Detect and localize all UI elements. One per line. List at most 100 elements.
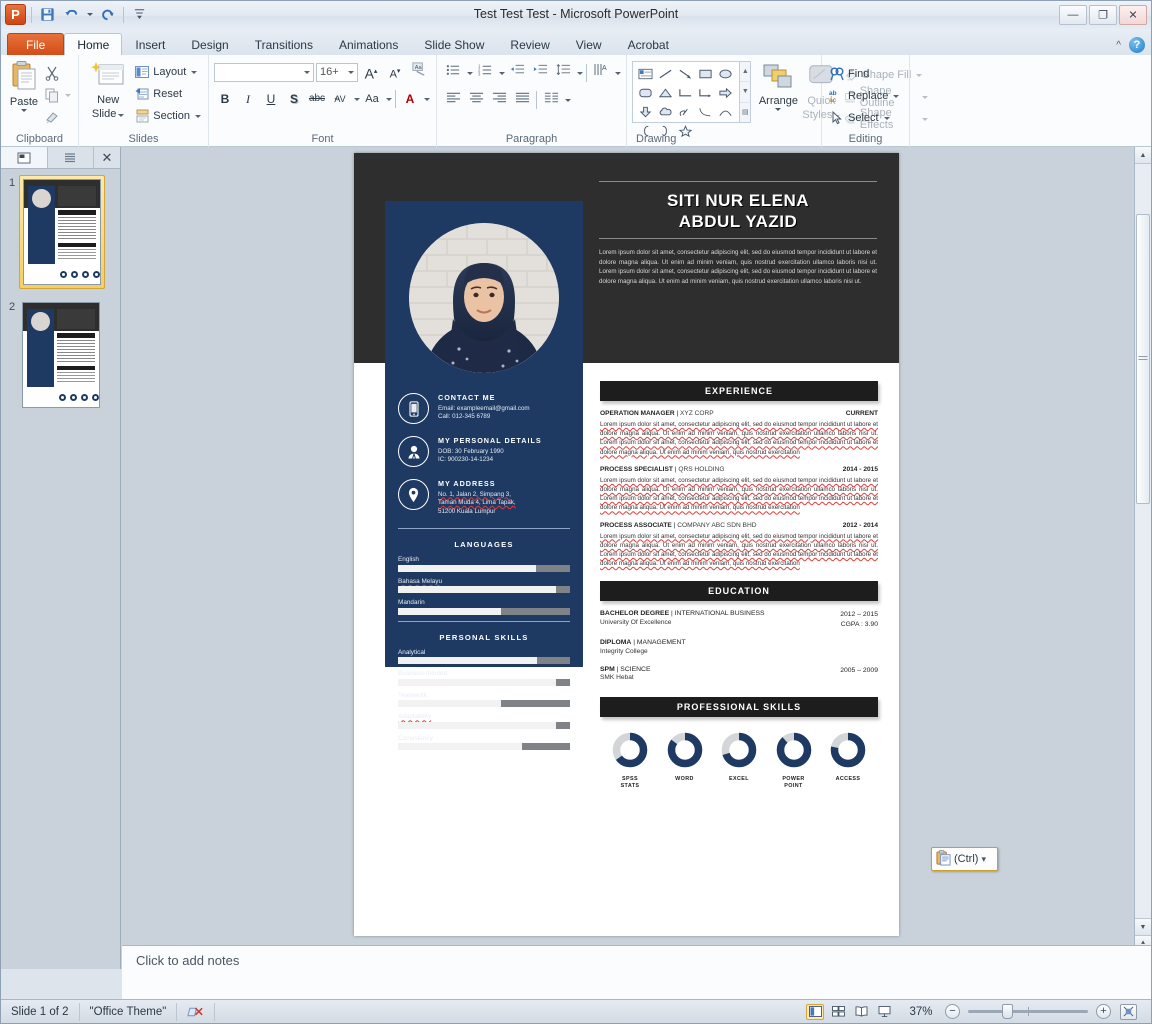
find-button[interactable]: Find: [827, 63, 901, 85]
chevron-down-icon[interactable]: ▾: [981, 854, 986, 865]
scroll-down-button[interactable]: ▼: [1135, 918, 1151, 935]
shape-elbow-arrow-icon[interactable]: [695, 83, 715, 102]
tab-acrobat[interactable]: Acrobat: [615, 33, 682, 55]
scroll-up-button[interactable]: ▲: [1135, 147, 1151, 164]
font-size-combo[interactable]: 16+: [316, 62, 358, 82]
bold-button[interactable]: B: [214, 88, 236, 110]
close-slides-pane-button[interactable]: ✕: [94, 147, 120, 168]
list-item[interactable]: 2: [5, 299, 116, 411]
tab-animations[interactable]: Animations: [326, 33, 411, 55]
slide-thumbnail-1[interactable]: [19, 175, 105, 289]
zoom-level[interactable]: 37%: [907, 1006, 935, 1018]
font-color-button[interactable]: A: [399, 88, 421, 110]
zoom-in-button[interactable]: +: [1096, 1004, 1111, 1019]
shape-arc-icon[interactable]: [715, 102, 735, 121]
zoom-out-button[interactable]: −: [945, 1004, 960, 1019]
tab-slides-thumbnails[interactable]: [1, 147, 48, 168]
shape-rectangle-icon[interactable]: [695, 64, 715, 83]
decrease-indent-button[interactable]: [506, 62, 528, 84]
minimize-button[interactable]: —: [1059, 5, 1087, 25]
scrollbar-track[interactable]: [1135, 164, 1151, 918]
shape-arrow-icon[interactable]: [675, 64, 695, 83]
tab-design[interactable]: Design: [178, 33, 241, 55]
arrange-button[interactable]: Arrange: [756, 61, 800, 130]
paste-button[interactable]: Paste: [6, 58, 42, 113]
underline-button[interactable]: U: [260, 88, 282, 110]
select-button[interactable]: Select: [827, 107, 901, 129]
bullets-button[interactable]: [442, 62, 464, 84]
text-shadow-button[interactable]: S: [283, 88, 305, 110]
resume-name-block[interactable]: SITI NUR ELENA ABDUL YAZID Lorem ipsum d…: [599, 181, 877, 286]
cut-button[interactable]: [42, 62, 73, 84]
new-slide-button[interactable]: New Slide: [84, 58, 132, 120]
notes-placeholder[interactable]: Click to add notes: [136, 953, 239, 968]
profile-photo[interactable]: [409, 223, 559, 373]
zoom-slider[interactable]: [968, 1004, 1088, 1019]
tab-home[interactable]: Home: [64, 33, 123, 55]
shape-rounded-rectangle-icon[interactable]: [635, 83, 655, 102]
tab-outline[interactable]: [48, 147, 94, 168]
format-painter-button[interactable]: [42, 106, 73, 128]
slide-thumbnail-list[interactable]: 1 2: [1, 169, 120, 969]
list-item[interactable]: 1: [5, 175, 116, 289]
shape-elbow-connector-icon[interactable]: [675, 83, 695, 102]
slide-counter[interactable]: Slide 1 of 2: [1, 1002, 80, 1021]
increase-indent-button[interactable]: [529, 62, 551, 84]
shape-line-icon[interactable]: [655, 64, 675, 83]
shape-curve-icon[interactable]: [695, 102, 715, 121]
scrollbar-thumb[interactable]: [1136, 214, 1150, 504]
slide-sorter-view-button[interactable]: [829, 1004, 847, 1020]
zoom-slider-handle[interactable]: [1002, 1004, 1013, 1019]
collapse-ribbon-icon[interactable]: ^: [1116, 40, 1121, 51]
slide-canvas-area[interactable]: SITI NUR ELENA ABDUL YAZID Lorem ipsum d…: [121, 147, 1134, 969]
shape-cloud-icon[interactable]: [655, 102, 675, 121]
strikethrough-button[interactable]: abc: [306, 88, 328, 110]
section-button[interactable]: Section: [132, 105, 203, 127]
shapes-gallery-scroll[interactable]: ▲ ▼ ▤: [740, 61, 752, 123]
shape-right-arrow-icon[interactable]: [715, 83, 735, 102]
gallery-scroll-up-icon[interactable]: ▲: [740, 62, 751, 83]
clear-formatting-icon[interactable]: Aa: [408, 61, 430, 83]
gallery-scroll-down-icon[interactable]: ▼: [740, 82, 751, 103]
notes-pane[interactable]: Click to add notes: [122, 945, 1151, 999]
shrink-font-button[interactable]: A▾: [384, 61, 406, 83]
close-button[interactable]: ✕: [1119, 5, 1147, 25]
character-spacing-button[interactable]: AV ↔: [329, 88, 351, 110]
slide-thumbnail-2[interactable]: [19, 299, 103, 411]
theme-name[interactable]: "Office Theme": [80, 1002, 178, 1021]
maximize-restore-button[interactable]: ❐: [1089, 5, 1117, 25]
align-right-button[interactable]: [488, 89, 510, 111]
center-button[interactable]: [465, 89, 487, 111]
paste-options-button[interactable]: (Ctrl) ▾: [931, 847, 998, 871]
replace-button[interactable]: ab ac Replace: [827, 85, 901, 107]
tab-insert[interactable]: Insert: [122, 33, 178, 55]
spellcheck-icon[interactable]: [177, 1002, 216, 1021]
tab-slide-show[interactable]: Slide Show: [411, 33, 497, 55]
line-spacing-button[interactable]: [552, 62, 574, 84]
font-name-combo[interactable]: [214, 62, 314, 82]
resume-main-column[interactable]: EXPERIENCE OPERATION MANAGER | XYZ CORP …: [600, 381, 878, 790]
slide-canvas[interactable]: SITI NUR ELENA ABDUL YAZID Lorem ipsum d…: [354, 153, 899, 936]
layout-button[interactable]: Layout: [132, 61, 203, 83]
slide-show-view-button[interactable]: [875, 1004, 893, 1020]
copy-button[interactable]: [42, 84, 73, 106]
tab-review[interactable]: Review: [497, 33, 562, 55]
vertical-scrollbar[interactable]: ▲ ▼ ⯅ ⯆: [1134, 147, 1151, 969]
gallery-more-icon[interactable]: ▤: [740, 103, 750, 122]
reset-button[interactable]: Reset: [132, 83, 203, 105]
shape-textbox-icon[interactable]: [635, 64, 655, 83]
shape-triangle-icon[interactable]: [655, 83, 675, 102]
grow-font-button[interactable]: A▴: [360, 61, 382, 83]
change-case-button[interactable]: Aa: [361, 88, 383, 110]
reading-view-button[interactable]: [852, 1004, 870, 1020]
resume-sidebar[interactable]: CONTACT ME Email: exampleemail@gmail.com…: [385, 381, 583, 751]
normal-view-button[interactable]: [806, 1003, 824, 1020]
tab-transitions[interactable]: Transitions: [242, 33, 326, 55]
tab-file[interactable]: File: [7, 33, 65, 55]
justify-button[interactable]: [511, 89, 533, 111]
shape-down-arrow-icon[interactable]: [635, 102, 655, 121]
tab-view[interactable]: View: [563, 33, 615, 55]
italic-button[interactable]: I: [237, 88, 259, 110]
fit-slide-to-window-button[interactable]: [1120, 1003, 1137, 1020]
shape-oval-icon[interactable]: [715, 64, 735, 83]
